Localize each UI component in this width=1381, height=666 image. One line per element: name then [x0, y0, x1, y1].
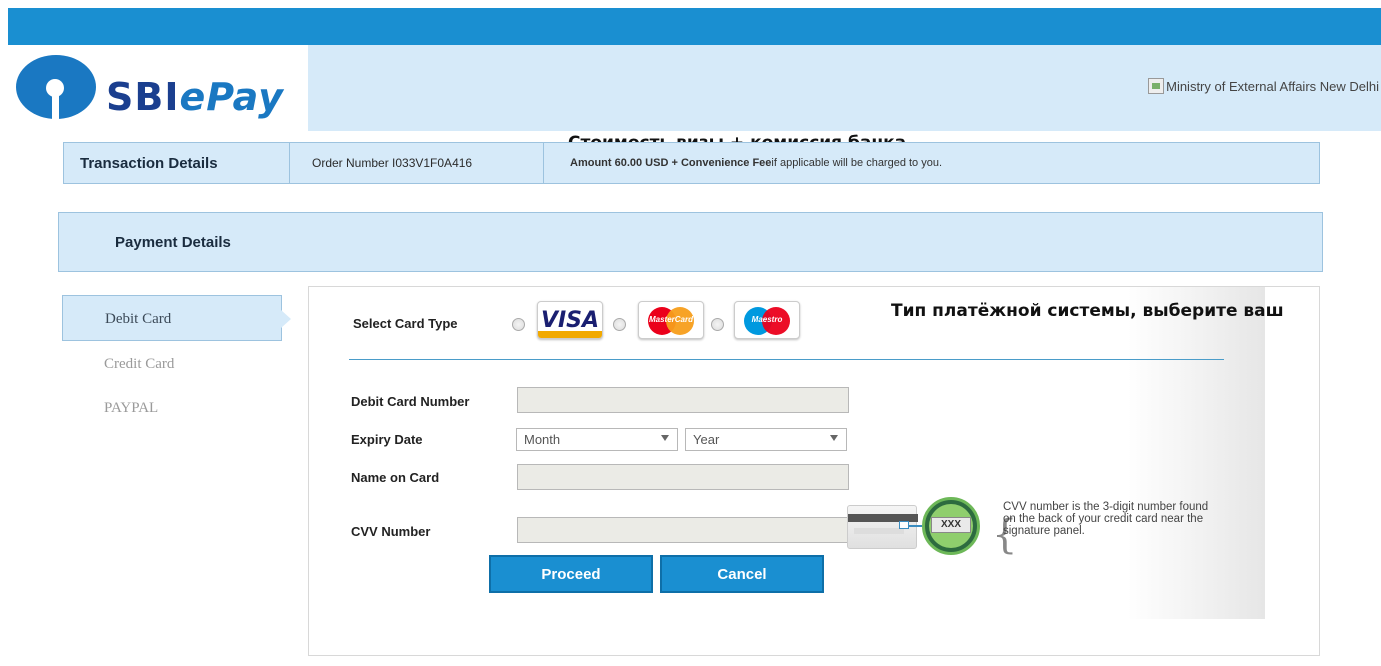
- radio-mastercard[interactable]: [613, 318, 626, 331]
- expiry-date-label: Expiry Date: [351, 432, 423, 447]
- top-bar: [8, 8, 1381, 45]
- ministry-alt-text: Ministry of External Affairs New Delhi: [1166, 78, 1379, 94]
- payment-method-tabs: Debit Card Credit Card PAYPAL: [62, 295, 291, 431]
- visa-logo-icon[interactable]: VISA: [537, 301, 603, 339]
- maestro-logo-icon[interactable]: Maestro: [734, 301, 800, 339]
- name-on-card-input[interactable]: [517, 464, 849, 490]
- transaction-details-title: Transaction Details: [64, 143, 290, 183]
- chevron-down-icon: [661, 435, 669, 441]
- proceed-button[interactable]: Proceed: [489, 555, 653, 593]
- order-number: Order Number I033V1F0A416: [290, 143, 544, 183]
- separator: [349, 359, 1224, 360]
- amount-text: Amount 60.00 USD + Convenience Fee if ap…: [570, 157, 943, 169]
- tab-paypal[interactable]: PAYPAL: [62, 385, 282, 431]
- logo-text: SBIePay: [106, 75, 284, 119]
- chevron-down-icon: [830, 435, 838, 441]
- broken-image-icon: [1148, 78, 1165, 94]
- cvv-magnifier-icon: XXX: [922, 497, 980, 555]
- page: SBIePay Ministry of External Affairs New…: [0, 0, 1381, 666]
- radio-visa[interactable]: [512, 318, 525, 331]
- expiry-month-select[interactable]: Month: [516, 428, 678, 451]
- cvv-input[interactable]: [517, 517, 849, 543]
- tab-credit-card[interactable]: Credit Card: [62, 343, 282, 385]
- tab-debit-card[interactable]: Debit Card: [62, 295, 291, 341]
- name-on-card-label: Name on Card: [351, 470, 440, 485]
- annotation-card-system: Тип платёжной системы, выберите ваш: [891, 301, 1284, 321]
- visa-text: VISA: [540, 307, 600, 333]
- mastercard-logo-icon[interactable]: MasterCard: [638, 301, 704, 339]
- ministry-image: Ministry of External Affairs New Delhi: [1148, 78, 1379, 94]
- debit-card-panel: Select Card Type VISA MasterCard Maestro…: [308, 286, 1320, 656]
- cvv-card-illustration: XXX: [847, 495, 997, 555]
- cvv-label: CVV Number: [351, 524, 431, 539]
- radio-maestro[interactable]: [711, 318, 724, 331]
- transaction-details-bar: Transaction Details Order Number I033V1F…: [63, 142, 1320, 184]
- select-card-type-label: Select Card Type: [353, 316, 458, 331]
- payment-details-bar: Payment Details: [58, 212, 1323, 272]
- cancel-button[interactable]: Cancel: [660, 555, 824, 593]
- payment-details-title: Payment Details: [115, 234, 231, 251]
- expiry-year-select[interactable]: Year: [685, 428, 847, 451]
- header: SBIePay Ministry of External Affairs New…: [8, 45, 1381, 131]
- card-number-label: Debit Card Number: [351, 394, 470, 409]
- cvv-help-text: CVV number is the 3-digit number found o…: [1003, 501, 1209, 537]
- sbi-logo-icon: [16, 55, 96, 123]
- sbiepay-logo[interactable]: SBIePay: [16, 53, 306, 123]
- card-number-input[interactable]: [517, 387, 849, 413]
